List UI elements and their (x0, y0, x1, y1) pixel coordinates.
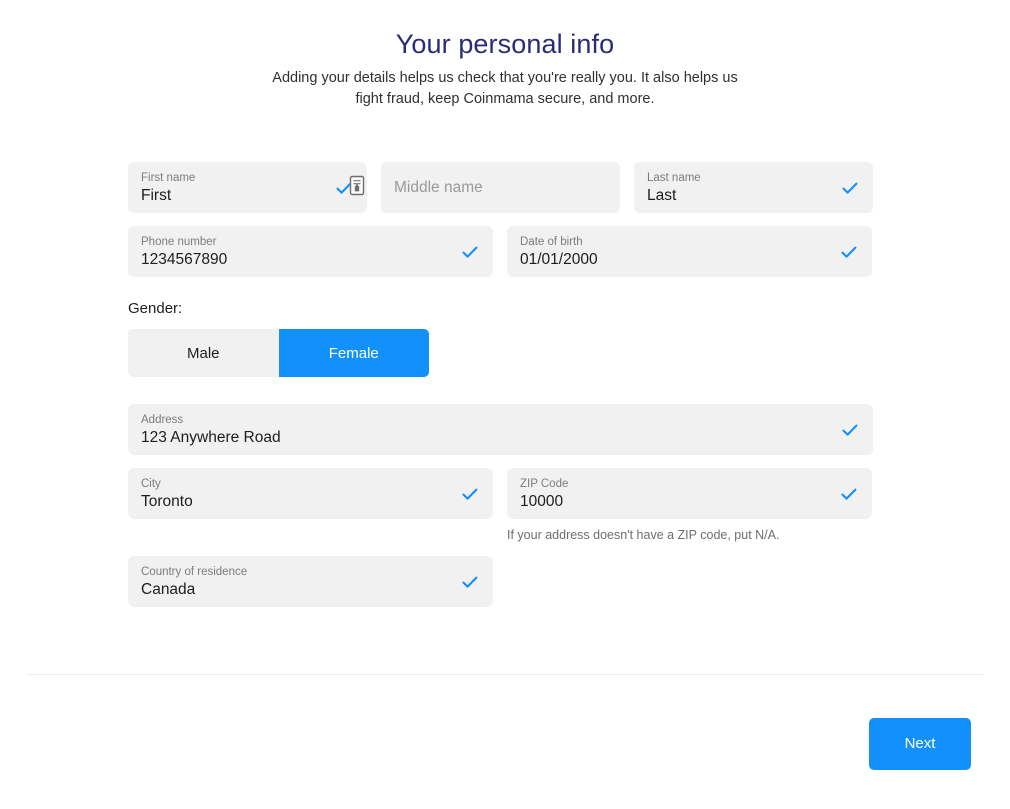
zip-column: ZIP Code 10000 If your address doesn't h… (507, 468, 872, 543)
address-row: Address 123 Anywhere Road (128, 404, 873, 455)
page-header: Your personal info Adding your details h… (0, 0, 1010, 110)
address-label: Address (141, 413, 184, 426)
middle-name-placeholder: Middle name (394, 179, 483, 196)
gender-option-male[interactable]: Male (128, 329, 279, 377)
zip-code-field[interactable]: ZIP Code 10000 (507, 468, 872, 519)
phone-number-label: Phone number (141, 235, 217, 248)
check-icon (840, 485, 858, 503)
first-name-value: First (141, 186, 172, 204)
country-of-residence-value: Canada (141, 580, 196, 598)
last-name-value: Last (647, 186, 677, 204)
date-of-birth-value: 01/01/2000 (520, 250, 598, 268)
gender-label: Gender: (128, 300, 183, 317)
personal-info-page: Your personal info Adding your details h… (0, 0, 1010, 809)
footer: Next (0, 718, 1010, 770)
check-icon (461, 243, 479, 261)
page-subtitle: Adding your details helps us check that … (272, 70, 738, 107)
date-of-birth-label: Date of birth (520, 235, 583, 248)
country-of-residence-label: Country of residence (141, 565, 248, 578)
first-name-field[interactable]: First name First (128, 162, 367, 213)
city-label: City (141, 477, 161, 490)
personal-info-form: First name First Middle name Last name L… (128, 162, 873, 620)
city-column: City Toronto (128, 468, 493, 543)
footer-divider (27, 674, 983, 675)
first-name-label: First name (141, 171, 196, 184)
last-name-field[interactable]: Last name Last (634, 162, 873, 213)
check-icon (461, 573, 479, 591)
city-field[interactable]: City Toronto (128, 468, 493, 519)
city-zip-row: City Toronto ZIP Code 10000 If your addr… (128, 468, 873, 543)
country-row: Country of residence Canada (128, 556, 873, 607)
gender-option-female[interactable]: Female (278, 329, 429, 377)
check-icon (841, 421, 859, 439)
check-icon (461, 485, 479, 503)
address-value: 123 Anywhere Road (141, 428, 281, 446)
last-name-label: Last name (647, 171, 701, 184)
gender-toggle-group: Male Female (128, 329, 429, 377)
check-icon (841, 179, 859, 197)
date-of-birth-field[interactable]: Date of birth 01/01/2000 (507, 226, 872, 277)
phone-number-value: 1234567890 (141, 250, 228, 268)
country-of-residence-field[interactable]: Country of residence Canada (128, 556, 493, 607)
check-icon (840, 243, 858, 261)
address-field[interactable]: Address 123 Anywhere Road (128, 404, 873, 455)
middle-name-field[interactable]: Middle name (381, 162, 620, 213)
name-row: First name First Middle name Last name L… (128, 162, 873, 213)
gender-block: Gender: Male Female (128, 299, 873, 377)
zip-code-label: ZIP Code (520, 477, 569, 490)
city-value: Toronto (141, 492, 193, 510)
page-title: Your personal info (395, 29, 615, 59)
zip-code-helper-text: If your address doesn't have a ZIP code,… (507, 528, 780, 542)
zip-code-value: 10000 (520, 492, 564, 510)
phone-number-field[interactable]: Phone number 1234567890 (128, 226, 493, 277)
next-button[interactable]: Next (869, 718, 971, 770)
contact-row: Phone number 1234567890 Date of birth 01… (128, 226, 873, 277)
check-icon (335, 179, 353, 197)
